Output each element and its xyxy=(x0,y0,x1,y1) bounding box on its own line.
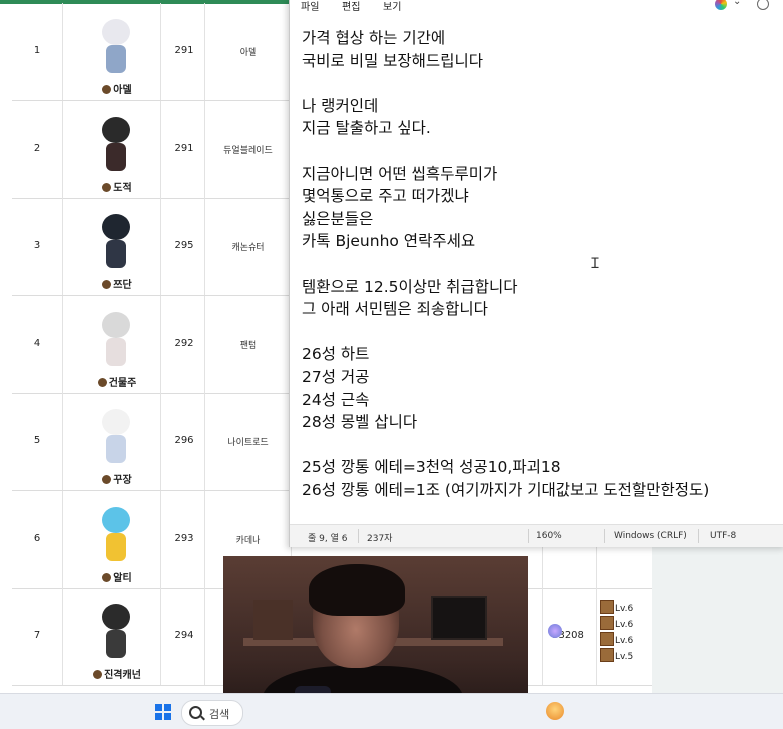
account-icon[interactable] xyxy=(757,0,769,10)
windows-start-icon[interactable] xyxy=(155,704,171,720)
job-icon xyxy=(102,182,112,192)
character-avatar xyxy=(74,602,160,662)
character-name[interactable]: 건물주 xyxy=(74,374,160,389)
job-icon xyxy=(102,572,112,582)
character-job: 아델 xyxy=(239,48,257,58)
badge-item: Lv.6 xyxy=(600,632,644,648)
character-level: 295 xyxy=(174,240,194,251)
zoom-level[interactable]: 160% xyxy=(536,531,562,541)
text-line: 28성 몽벨 삽니다 xyxy=(302,413,418,432)
badge-item: Lv.6 xyxy=(600,600,644,616)
search-icon xyxy=(189,706,202,719)
character-job: 카데나 xyxy=(235,535,261,546)
symbol-icon xyxy=(600,648,614,662)
text-line: 싫은분들은 xyxy=(302,209,374,228)
character-job: 팬텀 xyxy=(239,340,257,351)
text-line: 26성 하트 xyxy=(302,345,370,364)
text-line: 26성 깡통 에테=1조 (여기까지가 기대값보고 도전할만한정도) xyxy=(302,481,710,499)
search-text: 검색 xyxy=(209,708,230,721)
menu-view[interactable]: 보기 xyxy=(383,0,401,13)
text-line: 지금아니면 어떤 씹흑두루미가 xyxy=(302,164,498,183)
gem-icon xyxy=(548,624,562,638)
symbol-badges: Lv.6 Lv.6 Lv.6 Lv.5 xyxy=(600,600,644,664)
taskbar: 검색 xyxy=(0,693,783,729)
menu-bar: 파일 편집 보기 ⌄ xyxy=(290,0,783,20)
rank-number: 7 xyxy=(33,630,41,641)
character-job: 캐논슈터 xyxy=(231,243,265,253)
text-line: 그 아래 서민템은 죄송합니다 xyxy=(302,300,488,319)
background-monitor xyxy=(431,596,487,640)
character-job: 나이트로드 xyxy=(227,438,269,448)
rank-number: 4 xyxy=(33,337,41,349)
character-name[interactable]: 알티 xyxy=(74,569,160,584)
text-line: 가격 협상 하는 기간에 xyxy=(302,29,446,47)
char-count: 237자 xyxy=(367,534,393,544)
job-icon xyxy=(93,670,103,679)
text-editor[interactable]: Ｉ 가격 협상 하는 기간에국비로 비밀 보장해드립니다나 랭커인데지금 탈출하… xyxy=(290,20,783,520)
cursor-position: 줄 9, 열 6 xyxy=(308,534,348,544)
character-name[interactable]: 꾸장 xyxy=(74,471,160,486)
character-avatar xyxy=(74,212,160,272)
job-icon xyxy=(97,377,107,387)
character-avatar xyxy=(74,115,160,175)
text-line: 24성 근속 xyxy=(302,390,370,409)
character-level: 293 xyxy=(174,532,194,544)
character-avatar xyxy=(74,407,160,467)
copilot-icon[interactable] xyxy=(715,0,727,10)
job-icon xyxy=(102,85,112,94)
badge-item: Lv.6 xyxy=(600,616,644,632)
chevron-down-icon[interactable]: ⌄ xyxy=(733,0,741,7)
job-icon xyxy=(102,475,112,484)
rank-number: 1 xyxy=(33,45,41,56)
text-line: 27성 거공 xyxy=(302,368,370,386)
character-job: 듀얼블레이드 xyxy=(223,145,273,156)
symbol-icon xyxy=(600,632,614,646)
character-level: 291 xyxy=(174,45,194,56)
menu-file[interactable]: 파일 xyxy=(301,0,319,13)
text-cursor-icon: Ｉ xyxy=(588,256,602,272)
text-line: 나 랭커인데 xyxy=(302,96,379,115)
character-level: 292 xyxy=(174,337,194,349)
maplestory-app-icon[interactable] xyxy=(546,702,564,720)
text-line: 지금 탈출하고 싶다. xyxy=(302,119,431,138)
taskbar-search[interactable]: 검색 xyxy=(181,700,243,726)
encoding[interactable]: UTF-8 xyxy=(710,531,736,541)
character-name[interactable]: 쯔단 xyxy=(74,276,160,291)
rank-number: 6 xyxy=(33,532,41,544)
character-avatar xyxy=(74,505,160,565)
text-line: 국비로 비밀 보장해드립니다 xyxy=(302,51,483,70)
badge-item: Lv.5 xyxy=(600,648,644,664)
rank-number: 3 xyxy=(33,240,41,251)
symbol-icon xyxy=(600,600,614,614)
menu-edit[interactable]: 편집 xyxy=(342,0,360,13)
line-ending[interactable]: Windows (CRLF) xyxy=(614,531,687,541)
character-level: 296 xyxy=(174,435,194,446)
text-line: 카톡 Bjeunho 연락주세요 xyxy=(302,232,476,251)
rank-number: 5 xyxy=(33,435,41,446)
text-line: 몇억통으로 주고 떠가겠냐 xyxy=(302,187,469,206)
character-level: 291 xyxy=(174,142,194,154)
text-line: 템환으로 12.5이상만 취급합니다 xyxy=(302,277,518,296)
job-icon xyxy=(102,280,112,289)
symbol-icon xyxy=(600,616,614,630)
character-name[interactable]: 도적 xyxy=(74,179,160,194)
character-avatar xyxy=(74,310,160,370)
rank-number: 2 xyxy=(33,142,41,154)
character-avatar xyxy=(74,17,160,77)
character-level: 294 xyxy=(174,630,194,641)
text-line: 25성 깡통 에테=3천억 성공10,파괴18 xyxy=(302,458,561,477)
character-name[interactable]: 아델 xyxy=(74,81,160,96)
character-name[interactable]: 진격캐넌 xyxy=(74,666,160,681)
notepad-window[interactable]: 파일 편집 보기 ⌄ Ｉ 가격 협상 하는 기간에국비로 비밀 보장해드립니다나… xyxy=(289,0,783,547)
status-bar: 줄 9, 열 6 237자 160% Windows (CRLF) UTF-8 xyxy=(290,524,783,547)
